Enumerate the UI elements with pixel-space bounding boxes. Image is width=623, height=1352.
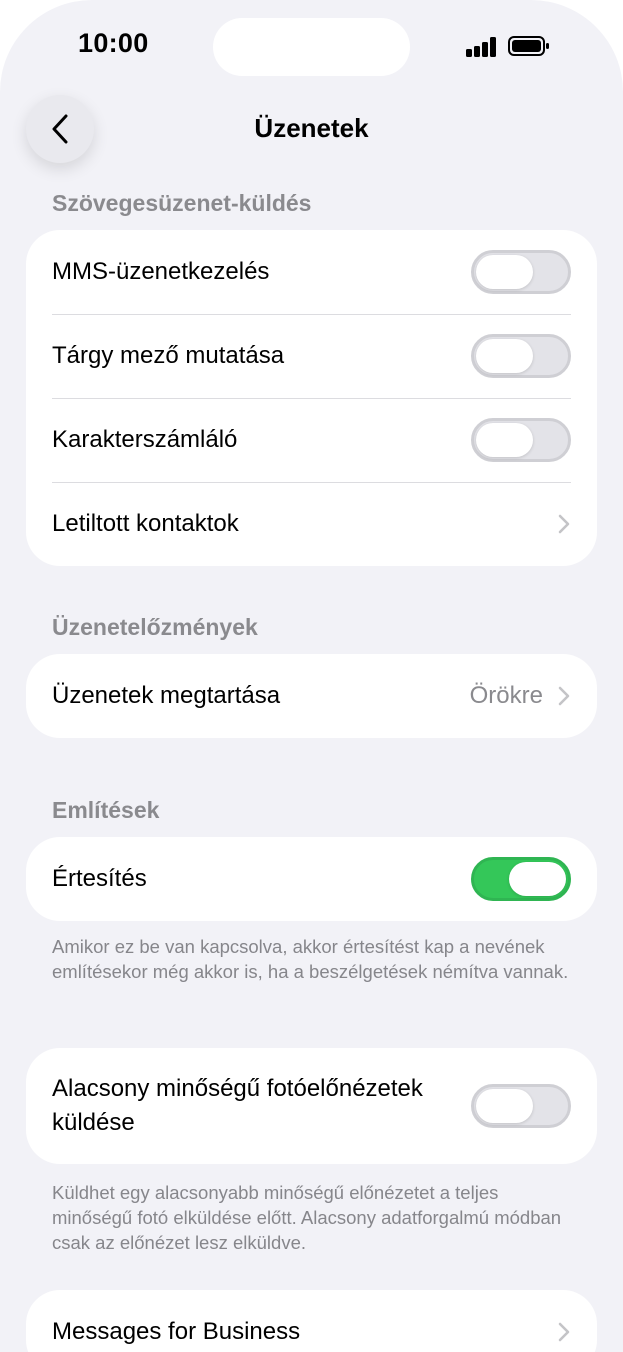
toggle-knob (476, 339, 533, 373)
dynamic-island (213, 18, 410, 76)
row-label: Üzenetek megtartása (52, 682, 281, 709)
row-label: Értesítés (52, 865, 147, 892)
mentions-footnote: Amikor ez be van kapcsolva, akkor értesí… (52, 936, 569, 982)
row-mms[interactable]: MMS-üzenetkezelés (26, 230, 597, 314)
row-label: Letiltott kontaktok (52, 510, 239, 537)
mms-toggle[interactable] (471, 250, 571, 294)
row-label: MMS-üzenetkezelés (52, 258, 270, 285)
settings-group-history: Üzenetek megtartása Örökre (26, 654, 597, 738)
chevron-right-icon (558, 686, 570, 706)
settings-group-texting: MMS-üzenetkezelés Tárgy mező mutatása Ka… (26, 230, 597, 566)
row-label: Tárgy mező mutatása (52, 342, 285, 369)
character-count-toggle[interactable] (471, 418, 571, 462)
low-quality-previews-toggle[interactable] (471, 1084, 571, 1128)
status-time: 10:00 (78, 28, 149, 58)
section-header-texting: Szövegesüzenet-küldés (52, 190, 312, 216)
toggle-knob (476, 423, 533, 457)
row-blocked-contacts[interactable]: Letiltott kontaktok (26, 482, 597, 566)
section-header-mentions: Említések (52, 797, 160, 823)
page-title: Üzenetek (254, 113, 369, 143)
row-label: Alacsony minőségű fotóelőnézetek küldése (52, 1075, 423, 1136)
settings-group-mentions: Értesítés (26, 837, 597, 921)
subject-field-toggle[interactable] (471, 334, 571, 378)
phone-screen: 10:00 Üzenetek Szövegesüzenet-küldés MMS… (0, 0, 623, 1352)
row-character-count[interactable]: Karakterszámláló (26, 398, 597, 482)
keep-messages-value: Örökre (469, 682, 543, 709)
row-subject-field[interactable]: Tárgy mező mutatása (26, 314, 597, 398)
row-messages-for-business[interactable]: Messages for Business (26, 1290, 597, 1352)
toggle-knob (476, 255, 533, 289)
chevron-right-icon (558, 514, 570, 534)
row-keep-messages[interactable]: Üzenetek megtartása Örökre (26, 654, 597, 738)
toggle-knob (509, 862, 566, 896)
settings-group-business: Messages for Business (26, 1290, 597, 1352)
low-quality-footnote: Küldhet egy alacsonyabb minőségű előnéze… (52, 1182, 562, 1253)
toggle-knob (476, 1089, 533, 1123)
battery-icon (508, 36, 549, 56)
settings-group-low-quality: Alacsony minőségű fotóelőnézetek küldése (26, 1048, 597, 1164)
row-label: Karakterszámláló (52, 426, 238, 453)
row-notify[interactable]: Értesítés (26, 837, 597, 921)
row-label: Messages for Business (52, 1318, 301, 1345)
row-low-quality-previews[interactable]: Alacsony minőségű fotóelőnézetek küldése (26, 1048, 597, 1164)
section-header-history: Üzenetelőzmények (52, 614, 258, 640)
chevron-right-icon (558, 1322, 570, 1342)
cellular-signal-icon (466, 37, 498, 57)
notify-toggle[interactable] (471, 857, 571, 901)
